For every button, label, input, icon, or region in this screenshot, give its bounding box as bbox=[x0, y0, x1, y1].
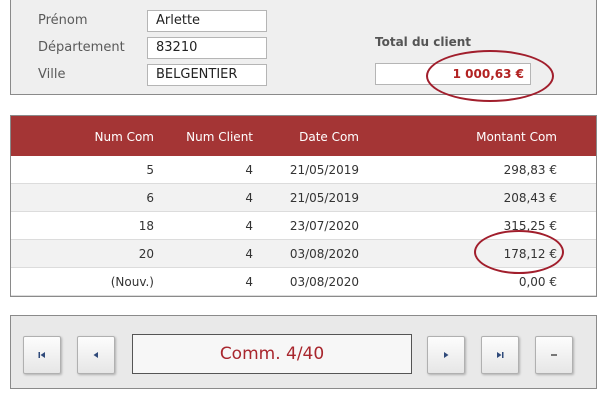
table-row[interactable]: 20 4 03/08/2020 178,12 € bbox=[11, 240, 596, 268]
cell-num-client[interactable]: 4 bbox=[245, 191, 253, 205]
column-header-num-client[interactable]: Num Client bbox=[186, 130, 253, 144]
record-counter: Comm. 4/40 bbox=[132, 334, 412, 374]
cell-date-com[interactable]: 03/08/2020 bbox=[290, 275, 359, 289]
cell-num-com[interactable]: 20 bbox=[139, 247, 154, 261]
table-row-new-record[interactable]: (Nouv.) 4 03/08/2020 0,00 € bbox=[11, 268, 596, 296]
next-record-icon bbox=[444, 352, 449, 358]
table-row[interactable]: 6 4 21/05/2019 208,43 € bbox=[11, 184, 596, 212]
cell-num-client[interactable]: 4 bbox=[245, 275, 253, 289]
ville-label: Ville bbox=[38, 67, 66, 82]
orders-table: Num Com Num Client Date Com Montant Com … bbox=[10, 115, 597, 297]
column-header-montant-com[interactable]: Montant Com bbox=[476, 130, 557, 144]
cell-date-com[interactable]: 23/07/2020 bbox=[290, 219, 359, 233]
cell-num-client[interactable]: 4 bbox=[245, 219, 253, 233]
table-row[interactable]: 18 4 23/07/2020 315,25 € bbox=[11, 212, 596, 240]
prenom-field[interactable]: Arlette bbox=[147, 10, 267, 32]
column-header-num-com[interactable]: Num Com bbox=[95, 130, 155, 144]
departement-field[interactable]: 83210 bbox=[147, 37, 267, 59]
first-record-icon bbox=[38, 352, 45, 358]
cell-montant-com[interactable]: 208,43 € bbox=[504, 191, 557, 205]
next-record-button[interactable] bbox=[427, 336, 465, 374]
departement-label: Département bbox=[38, 40, 125, 55]
cell-montant-com[interactable]: 315,25 € bbox=[504, 219, 557, 233]
new-record-icon bbox=[551, 354, 557, 356]
cell-num-com[interactable]: 5 bbox=[146, 163, 154, 177]
cell-montant-com[interactable]: 178,12 € bbox=[504, 247, 557, 261]
last-record-icon bbox=[497, 352, 504, 358]
cell-montant-com[interactable]: 298,83 € bbox=[504, 163, 557, 177]
prenom-label: Prénom bbox=[38, 13, 88, 28]
orders-header-row: Num Com Num Client Date Com Montant Com bbox=[11, 116, 596, 156]
cell-num-client[interactable]: 4 bbox=[245, 247, 253, 261]
last-record-button[interactable] bbox=[481, 336, 519, 374]
cell-num-client[interactable]: 4 bbox=[245, 163, 253, 177]
total-field: 1 000,63 € bbox=[375, 63, 531, 85]
table-row[interactable]: 5 4 21/05/2019 298,83 € bbox=[11, 156, 596, 184]
cell-montant-com[interactable]: 0,00 € bbox=[519, 275, 557, 289]
previous-record-button[interactable] bbox=[77, 336, 115, 374]
first-record-button[interactable] bbox=[23, 336, 61, 374]
client-panel: Prénom Arlette Département 83210 Ville B… bbox=[10, 0, 597, 95]
cell-date-com[interactable]: 21/05/2019 bbox=[290, 191, 359, 205]
total-label: Total du client bbox=[375, 35, 472, 49]
cell-num-com[interactable]: (Nouv.) bbox=[111, 275, 154, 289]
previous-record-icon bbox=[93, 352, 98, 358]
column-header-date-com[interactable]: Date Com bbox=[299, 130, 359, 144]
cell-date-com[interactable]: 03/08/2020 bbox=[290, 247, 359, 261]
new-record-button[interactable] bbox=[535, 336, 573, 374]
total-value: 1 000,63 € bbox=[452, 67, 524, 81]
cell-num-com[interactable]: 18 bbox=[139, 219, 154, 233]
record-navigation-bar: Comm. 4/40 bbox=[10, 315, 597, 389]
ville-field[interactable]: BELGENTIER bbox=[147, 64, 267, 86]
cell-num-com[interactable]: 6 bbox=[146, 191, 154, 205]
cell-date-com[interactable]: 21/05/2019 bbox=[290, 163, 359, 177]
